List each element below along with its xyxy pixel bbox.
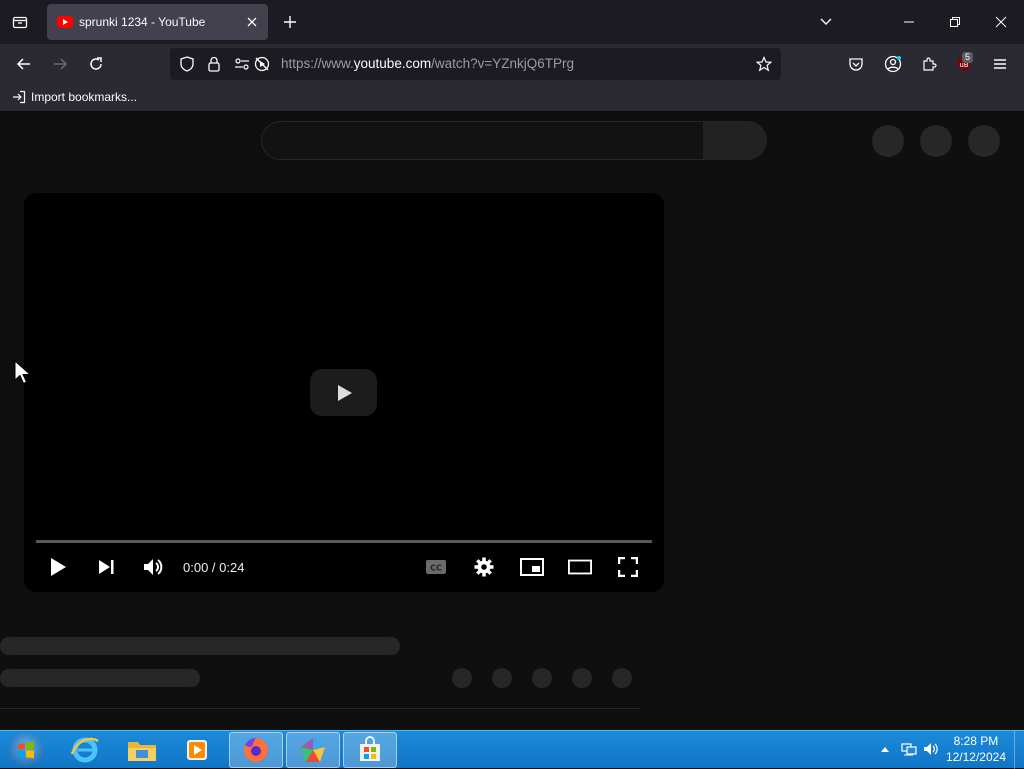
show-desktop-button[interactable] (1014, 731, 1024, 769)
ublock-count-badge: 5 (962, 52, 974, 63)
bookmark-star-icon[interactable] (756, 56, 772, 72)
header-icon-skeleton (920, 125, 952, 157)
extensions-puzzle-icon[interactable] (917, 52, 941, 76)
divider (0, 708, 640, 709)
navigation-toolbar: https://www.youtube.com/watch?v=YZnkjQ6T… (0, 44, 1024, 84)
play-icon (51, 558, 66, 576)
youtube-page: 0:00 / 0:24 CC (0, 113, 1024, 730)
microsoft-store-taskbar-icon[interactable] (343, 732, 397, 768)
network-icon[interactable] (901, 741, 917, 757)
youtube-favicon-icon (57, 16, 73, 28)
channel-skeleton (0, 669, 200, 687)
avatar-skeleton (968, 125, 1000, 157)
subtitles-button[interactable]: CC (424, 555, 448, 579)
theater-mode-button[interactable] (568, 555, 592, 579)
file-explorer-taskbar-icon[interactable] (115, 732, 169, 768)
url-prefix: https://www. (281, 56, 354, 71)
play-icon (337, 384, 352, 401)
restore-icon[interactable] (943, 10, 967, 34)
miniplayer-button[interactable] (520, 555, 544, 579)
media-player-taskbar-icon[interactable] (170, 732, 224, 768)
tab-youtube[interactable]: sprunki 1234 - YouTube (47, 4, 268, 40)
forward-icon[interactable] (48, 52, 72, 76)
app-launcher-taskbar-icon[interactable] (286, 732, 340, 768)
mouse-cursor-icon (14, 360, 32, 385)
clock-time: 8:28 PM (953, 734, 999, 748)
account-icon[interactable] (881, 52, 905, 76)
gear-icon (474, 557, 494, 577)
progress-bar[interactable] (36, 540, 652, 543)
back-icon[interactable] (12, 52, 36, 76)
large-play-button[interactable] (310, 369, 377, 416)
bookmarks-toolbar: Import bookmarks... (0, 84, 1024, 112)
autoplay-blocked-icon[interactable] (254, 56, 270, 72)
tab-title: sprunki 1234 - YouTube (79, 15, 206, 29)
action-skeleton (452, 668, 472, 688)
clock-date: 12/12/2024 (945, 750, 1006, 764)
import-bookmarks-item[interactable]: Import bookmarks... (12, 90, 137, 104)
import-bookmarks-label: Import bookmarks... (31, 90, 138, 104)
tracking-protection-shield-icon[interactable] (179, 56, 195, 72)
start-button[interactable] (8, 733, 44, 767)
lock-icon[interactable] (206, 56, 222, 72)
close-window-icon[interactable] (989, 10, 1013, 34)
settings-button[interactable] (472, 555, 496, 579)
header-icon-skeleton (872, 125, 904, 157)
address-bar[interactable]: https://www.youtube.com/watch?v=YZnkjQ6T… (170, 48, 781, 80)
action-skeleton (492, 668, 512, 688)
new-tab-icon[interactable] (278, 10, 302, 34)
mute-button[interactable] (141, 555, 165, 579)
browser-window: sprunki 1234 - YouTube https://www.youtu… (0, 0, 1024, 730)
url-text[interactable]: https://www.youtube.com/watch?v=YZnkjQ6T… (281, 56, 574, 71)
skip-next-icon (99, 560, 114, 574)
next-button[interactable] (94, 555, 118, 579)
action-skeleton (532, 668, 552, 688)
url-host: youtube.com (353, 56, 432, 71)
show-hidden-icons-arrow-icon[interactable] (877, 741, 893, 757)
fullscreen-button[interactable] (616, 555, 640, 579)
windows-logo-icon (18, 741, 34, 759)
system-clock[interactable]: 8:28 PM 12/12/2024 (946, 733, 1006, 765)
closed-captions-icon: CC (426, 560, 446, 574)
pocket-icon[interactable] (844, 52, 868, 76)
action-skeleton (612, 668, 632, 688)
volume-tray-icon[interactable] (923, 741, 939, 757)
search-box-skeleton (261, 121, 704, 160)
fullscreen-icon (618, 557, 638, 577)
theater-mode-icon (568, 559, 592, 575)
title-skeleton (0, 637, 400, 655)
volume-icon (144, 559, 163, 575)
reload-icon[interactable] (84, 52, 108, 76)
app-menu-hamburger-icon[interactable] (988, 52, 1012, 76)
url-path: /watch?v=YZnkjQ6TPrg (431, 56, 575, 71)
action-skeleton (572, 668, 592, 688)
search-button-skeleton (703, 121, 767, 160)
list-all-tabs-chevron-icon[interactable] (814, 10, 838, 34)
tab-strip: sprunki 1234 - YouTube (0, 0, 1024, 44)
svg-text:CC: CC (430, 564, 442, 573)
play-button[interactable] (46, 555, 70, 579)
miniplayer-icon (520, 558, 544, 576)
internet-explorer-taskbar-icon[interactable] (58, 732, 112, 768)
tab-close-icon[interactable] (244, 14, 260, 30)
video-player[interactable]: 0:00 / 0:24 CC (24, 193, 664, 592)
permissions-icon[interactable] (234, 56, 250, 72)
import-icon (13, 90, 26, 104)
minimize-icon[interactable] (897, 10, 921, 34)
windows-taskbar: 8:28 PM 12/12/2024 (0, 730, 1024, 769)
firefox-taskbar-icon[interactable] (229, 732, 283, 768)
time-display: 0:00 / 0:24 (183, 560, 245, 575)
tab-list-icon[interactable] (8, 10, 32, 34)
